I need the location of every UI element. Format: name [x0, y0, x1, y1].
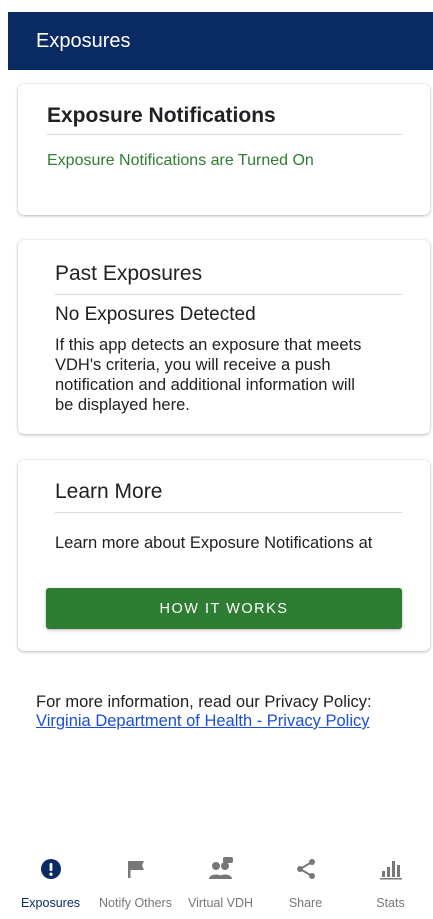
card-title: Exposure Notifications	[47, 104, 276, 127]
past-exposures-description: If this app detects an exposure that mee…	[55, 336, 362, 414]
privacy-policy-link[interactable]: Virginia Department of Health - Privacy …	[36, 712, 370, 730]
learn-more-card: Learn More Learn more about Exposure Not…	[18, 460, 430, 651]
nav-item-share[interactable]: Share	[263, 845, 348, 919]
divider	[55, 294, 402, 295]
nav-item-stats[interactable]: Stats	[348, 845, 433, 919]
card-title: Learn More	[55, 480, 163, 503]
past-exposures-card: Past Exposures No Exposures Detected If …	[18, 240, 430, 434]
app-bar: Exposures	[8, 12, 433, 70]
learn-more-description: Learn more about Exposure Notifications …	[55, 534, 373, 552]
bottom-navigation: Exposures Notify Others Virtual VDH Shar…	[8, 845, 433, 919]
nav-label: Share	[288, 896, 323, 910]
exposure-status-text: Exposure Notifications are Turned On	[47, 152, 314, 169]
how-it-works-button[interactable]: HOW IT WORKS	[46, 588, 402, 629]
nav-item-virtual-vdh[interactable]: Virtual VDH	[178, 845, 263, 919]
nav-item-notify-others[interactable]: Notify Others	[93, 845, 178, 919]
nav-label: Stats	[376, 896, 405, 910]
nav-label: Virtual VDH	[187, 896, 254, 910]
divider	[55, 512, 402, 513]
nav-label: Notify Others	[99, 896, 172, 910]
page-title: Exposures	[36, 29, 131, 52]
privacy-prefix-text: For more information, read our Privacy P…	[36, 693, 372, 711]
alert-circle-icon	[38, 856, 64, 882]
chat-people-icon	[208, 856, 234, 882]
nav-label: Exposures	[20, 896, 81, 910]
nav-item-exposures[interactable]: Exposures	[8, 845, 93, 919]
no-exposures-heading: No Exposures Detected	[55, 304, 256, 325]
share-icon	[293, 856, 319, 882]
exposure-notifications-card: Exposure Notifications Exposure Notifica…	[18, 84, 430, 215]
card-title: Past Exposures	[55, 262, 203, 285]
bar-chart-icon	[378, 856, 404, 882]
divider	[47, 134, 402, 135]
flag-icon	[123, 856, 149, 882]
privacy-info: For more information, read our Privacy P…	[36, 693, 376, 731]
